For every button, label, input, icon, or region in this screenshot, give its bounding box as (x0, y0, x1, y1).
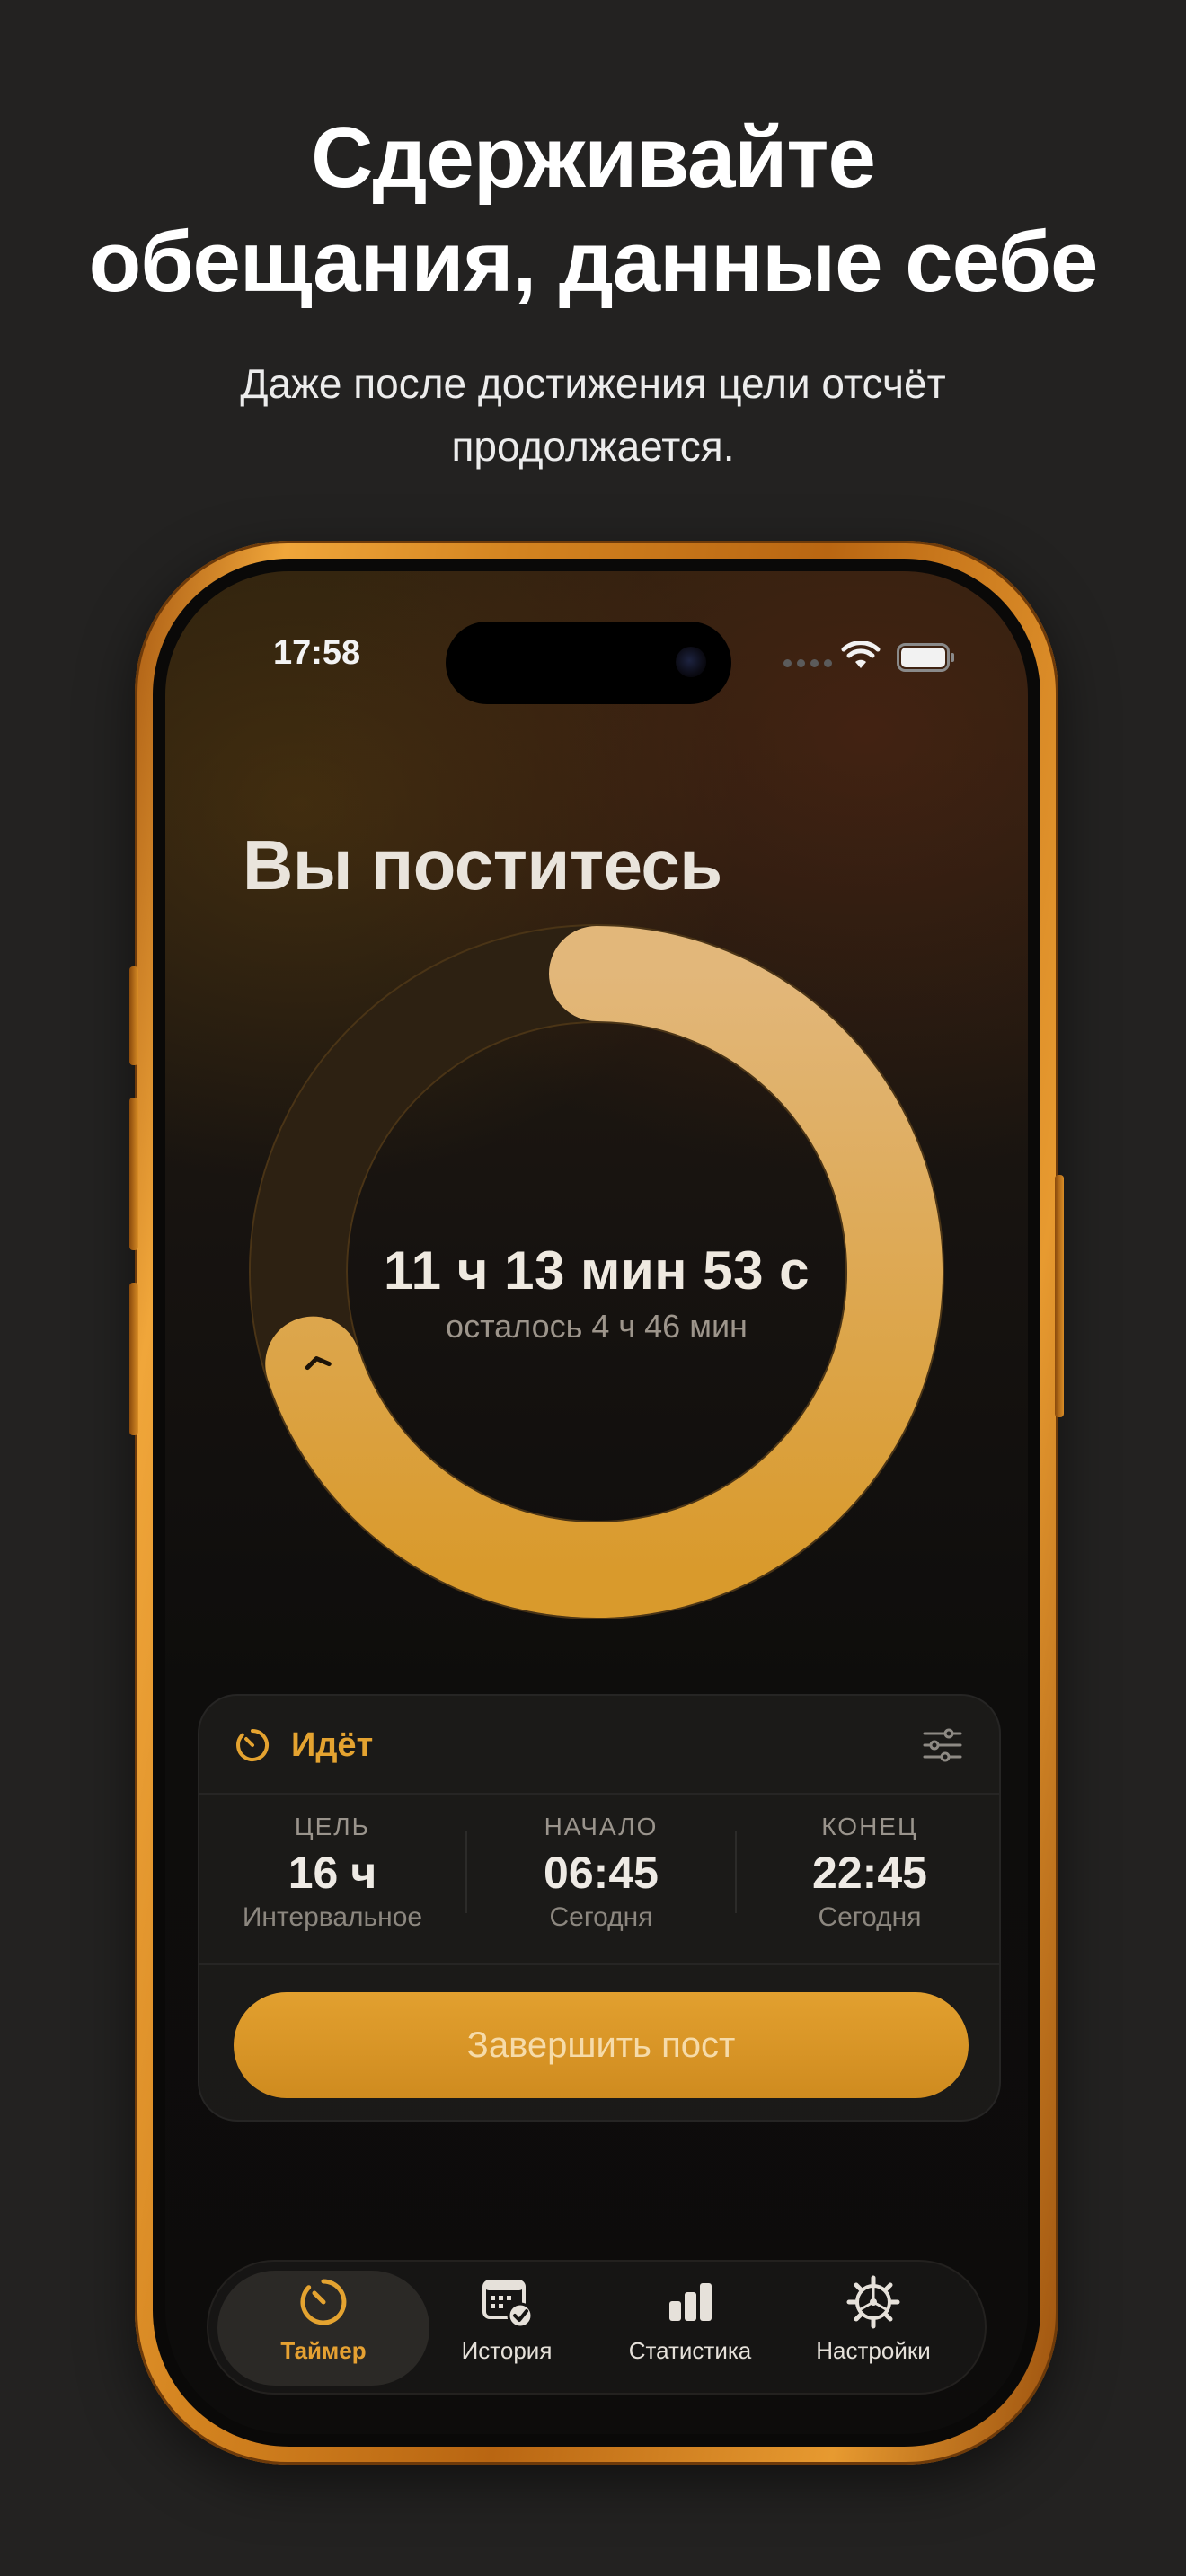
tab-history[interactable]: История (417, 2274, 597, 2384)
card-header: Идёт (199, 1696, 999, 1795)
divider (199, 1963, 999, 1965)
tab-settings[interactable]: Настройки (783, 2274, 963, 2384)
promo-headline-line1: Сдерживайте (311, 110, 876, 206)
stat-label: ЦЕЛЬ (294, 1813, 371, 1840)
tab-label: Таймер (280, 2337, 367, 2364)
remaining-time: осталось 4 ч 46 мин (446, 1308, 748, 1345)
fast-info-card: Идёт ЦЕЛЬ 16 ч Интервальное НАЧАЛО 06:45… (198, 1694, 1001, 2122)
stat-label: НАЧАЛО (544, 1813, 659, 1840)
stat-sub: Сегодня (818, 1902, 922, 1932)
stat-sub: Сегодня (549, 1902, 653, 1932)
promo-page: Сдерживайте обещания, данные себе Даже п… (0, 0, 1186, 2576)
gear-icon (846, 2275, 900, 2329)
promo-headline: Сдерживайте обещания, данные себе (0, 106, 1186, 314)
divider (465, 1831, 467, 1913)
tab-timer[interactable]: Таймер (234, 2274, 413, 2384)
fasting-progress-ring (249, 924, 944, 1619)
volume-down-button (129, 1283, 138, 1435)
bar-chart-icon (669, 2283, 712, 2321)
stat-value: 16 ч (288, 1848, 377, 1898)
timer-icon (300, 2279, 347, 2325)
stat-label: КОНЕЦ (821, 1813, 918, 1840)
tab-bar: Таймер История Статистика Настройки (207, 2260, 987, 2395)
tab-label: Настройки (816, 2337, 931, 2364)
volume-up-button (129, 1098, 138, 1250)
stat-start[interactable]: НАЧАЛО 06:45 Сегодня (468, 1813, 734, 1933)
promo-headline-line2: обещания, данные себе (88, 214, 1099, 310)
promo-subtitle-line2: продолжается. (451, 423, 735, 470)
timer-icon (236, 1729, 269, 1761)
elapsed-time: 11 ч 13 мин 53 с (384, 1240, 810, 1301)
stat-goal: ЦЕЛЬ 16 ч Интервальное (199, 1813, 465, 1933)
app-screen: 17:58 Вы поститесь 11 ч 13 мин 53 с оста… (165, 571, 1028, 2434)
promo-subtitle-line1: Даже после достижения цели отсчёт (240, 360, 946, 407)
stat-end: КОНЕЦ 22:45 Сегодня (737, 1813, 1003, 1933)
promo-subtitle: Даже после достижения цели отсчёт продол… (144, 352, 1042, 478)
tab-statistics[interactable]: Статистика (600, 2274, 780, 2384)
finish-fast-button[interactable]: Завершить пост (234, 1992, 969, 2098)
stat-value: 22:45 (812, 1848, 927, 1898)
stat-sub: Интервальное (242, 1902, 423, 1932)
tab-label: Статистика (628, 2337, 752, 2364)
side-button (1055, 1175, 1064, 1417)
phone-frame: 17:58 Вы поститесь 11 ч 13 мин 53 с оста… (129, 541, 1064, 2465)
action-button (129, 966, 138, 1065)
sliders-icon[interactable] (922, 1726, 963, 1764)
calendar-check-icon (482, 2280, 534, 2329)
fast-status-label: Идёт (291, 1726, 374, 1764)
tab-label: История (461, 2337, 553, 2364)
stat-value: 06:45 (544, 1848, 659, 1898)
